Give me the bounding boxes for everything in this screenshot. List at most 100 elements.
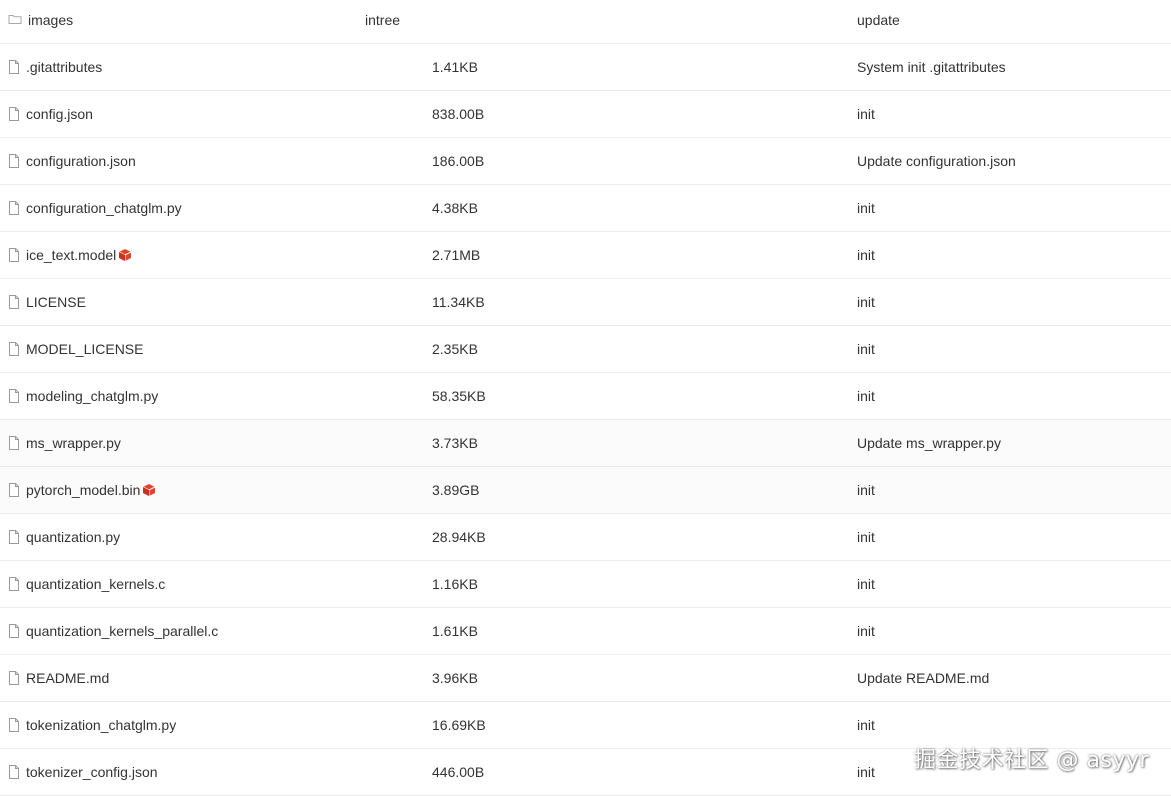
file-name-cell: MODEL_LICENSE [8,326,143,372]
file-row[interactable]: README.md 3.96KB Update README.md [0,655,1171,702]
file-row[interactable]: quantization_kernels_parallel.c 1.61KB ini… [0,608,1171,655]
file-name-cell: ms_wrapper.py [8,420,121,466]
file-size: 3.89GB [432,482,480,498]
folder-commit-message[interactable]: update [857,0,900,40]
file-row[interactable]: configuration.json 186.00B Update configur… [0,138,1171,185]
lfs-box-icon [142,483,156,497]
file-size: 186.00B [432,153,485,169]
file-name-link[interactable]: config.json [26,91,93,137]
file-name-cell: .gitattributes [8,44,102,90]
commit-message[interactable]: init [857,561,875,607]
file-size: 2.71MB [432,247,481,263]
file-row[interactable]: ms_wrapper.py 3.73KB Update ms_wrapper.py [0,420,1171,467]
commit-message[interactable]: init [857,373,875,419]
file-name-link[interactable]: configuration_chatglm.py [26,185,182,231]
file-name-cell: quantization.py [8,514,120,560]
file-size: 11.34KB [432,294,485,310]
file-row[interactable]: ice_text.model 2.71MB init [0,232,1171,279]
file-row[interactable]: modeling_chatglm.py 58.35KB init [0,373,1171,420]
file-name-cell: tokenization_chatglm.py [8,702,176,748]
file-name-link[interactable]: README.md [26,655,109,701]
folder-name-cell: images [8,0,73,40]
file-row[interactable]: quantization_kernels.c 1.16KB init [0,561,1171,608]
file-icon [8,201,20,215]
file-name-cell: README.md [8,655,109,701]
commit-message[interactable]: Update ms_wrapper.py [857,420,1001,466]
file-size: 28.94KB [432,529,486,545]
file-name-link[interactable]: .gitattributes [26,44,102,90]
folder-name[interactable]: images [28,0,73,40]
folder-icon [8,13,22,27]
file-name-link[interactable]: quantization_kernels.c [26,561,165,607]
file-icon [8,389,20,403]
file-name-cell: quantization_kernels_parallel.c [8,608,218,654]
file-name-cell: configuration_chatglm.py [8,185,182,231]
file-row[interactable]: config.json 838.00B init [0,91,1171,138]
file-row[interactable]: pytorch_model.bin 3.89GB init [0,467,1171,514]
file-size: 1.16KB [432,576,478,592]
file-name-link[interactable]: tokenizer_config.json [26,749,158,795]
file-size: 2.35KB [432,341,478,357]
file-name-cell: config.json [8,91,93,137]
commit-message[interactable]: Update README.md [857,655,989,701]
file-name-cell: ice_text.model [8,232,132,278]
commit-message[interactable]: init [857,185,875,231]
file-icon [8,624,20,638]
file-size: 16.69KB [432,717,486,733]
file-icon [8,577,20,591]
file-name-cell: modeling_chatglm.py [8,373,158,419]
file-icon [8,295,20,309]
file-row[interactable]: .gitattributes 1.41KB System init .gitattr… [0,44,1171,91]
file-row[interactable]: LICENSE 11.34KB init [0,279,1171,326]
file-name-link[interactable]: ice_text.model [26,232,116,278]
file-name-cell: tokenizer_config.json [8,749,158,795]
file-icon [8,107,20,121]
file-icon [8,718,20,732]
file-list: images intree update .gitattributes 1.41K… [0,0,1171,796]
commit-message[interactable]: init [857,702,875,748]
file-icon [8,154,20,168]
file-size: 4.38KB [432,200,478,216]
commit-message[interactable]: init [857,467,875,513]
file-name-link[interactable]: ms_wrapper.py [26,420,121,466]
file-size: 1.61KB [432,623,478,639]
commit-message[interactable]: init [857,232,875,278]
file-name-link[interactable]: LICENSE [26,279,86,325]
lfs-box-icon [118,248,132,262]
folder-size: intree [365,12,401,28]
file-name-link[interactable]: quantization.py [26,514,120,560]
file-rows: .gitattributes 1.41KB System init .gitattr… [0,44,1171,796]
file-name-link[interactable]: pytorch_model.bin [26,467,140,513]
file-icon [8,248,20,262]
file-name-link[interactable]: MODEL_LICENSE [26,326,143,372]
file-size: 838.00B [432,106,485,122]
commit-message[interactable]: init [857,279,875,325]
commit-message[interactable]: System init .gitattributes [857,44,1006,90]
file-icon [8,530,20,544]
file-row[interactable]: configuration_chatglm.py 4.38KB init [0,185,1171,232]
commit-message[interactable]: init [857,514,875,560]
file-name-cell: configuration.json [8,138,136,184]
file-size: 58.35KB [432,388,486,404]
file-icon [8,342,20,356]
file-name-link[interactable]: quantization_kernels_parallel.c [26,608,218,654]
file-size: 1.41KB [432,59,478,75]
file-name-link[interactable]: tokenization_chatglm.py [26,702,176,748]
watermark: 掘金技术社区 @ asyyr [913,748,1149,773]
file-name-cell: pytorch_model.bin [8,467,156,513]
file-name-link[interactable]: configuration.json [26,138,136,184]
commit-message[interactable]: init [857,608,875,654]
commit-message[interactable]: init [857,326,875,372]
file-size: 446.00B [432,764,485,780]
file-icon [8,60,20,74]
file-row[interactable]: MODEL_LICENSE 2.35KB init [0,326,1171,373]
commit-message[interactable]: init [857,749,875,795]
file-name-cell: LICENSE [8,279,86,325]
file-size: 3.96KB [432,670,478,686]
file-name-link[interactable]: modeling_chatglm.py [26,373,158,419]
folder-row-images[interactable]: images intree update [0,0,1171,44]
file-icon [8,436,20,450]
commit-message[interactable]: Update configuration.json [857,138,1016,184]
file-row[interactable]: quantization.py 28.94KB init [0,514,1171,561]
commit-message[interactable]: init [857,91,875,137]
